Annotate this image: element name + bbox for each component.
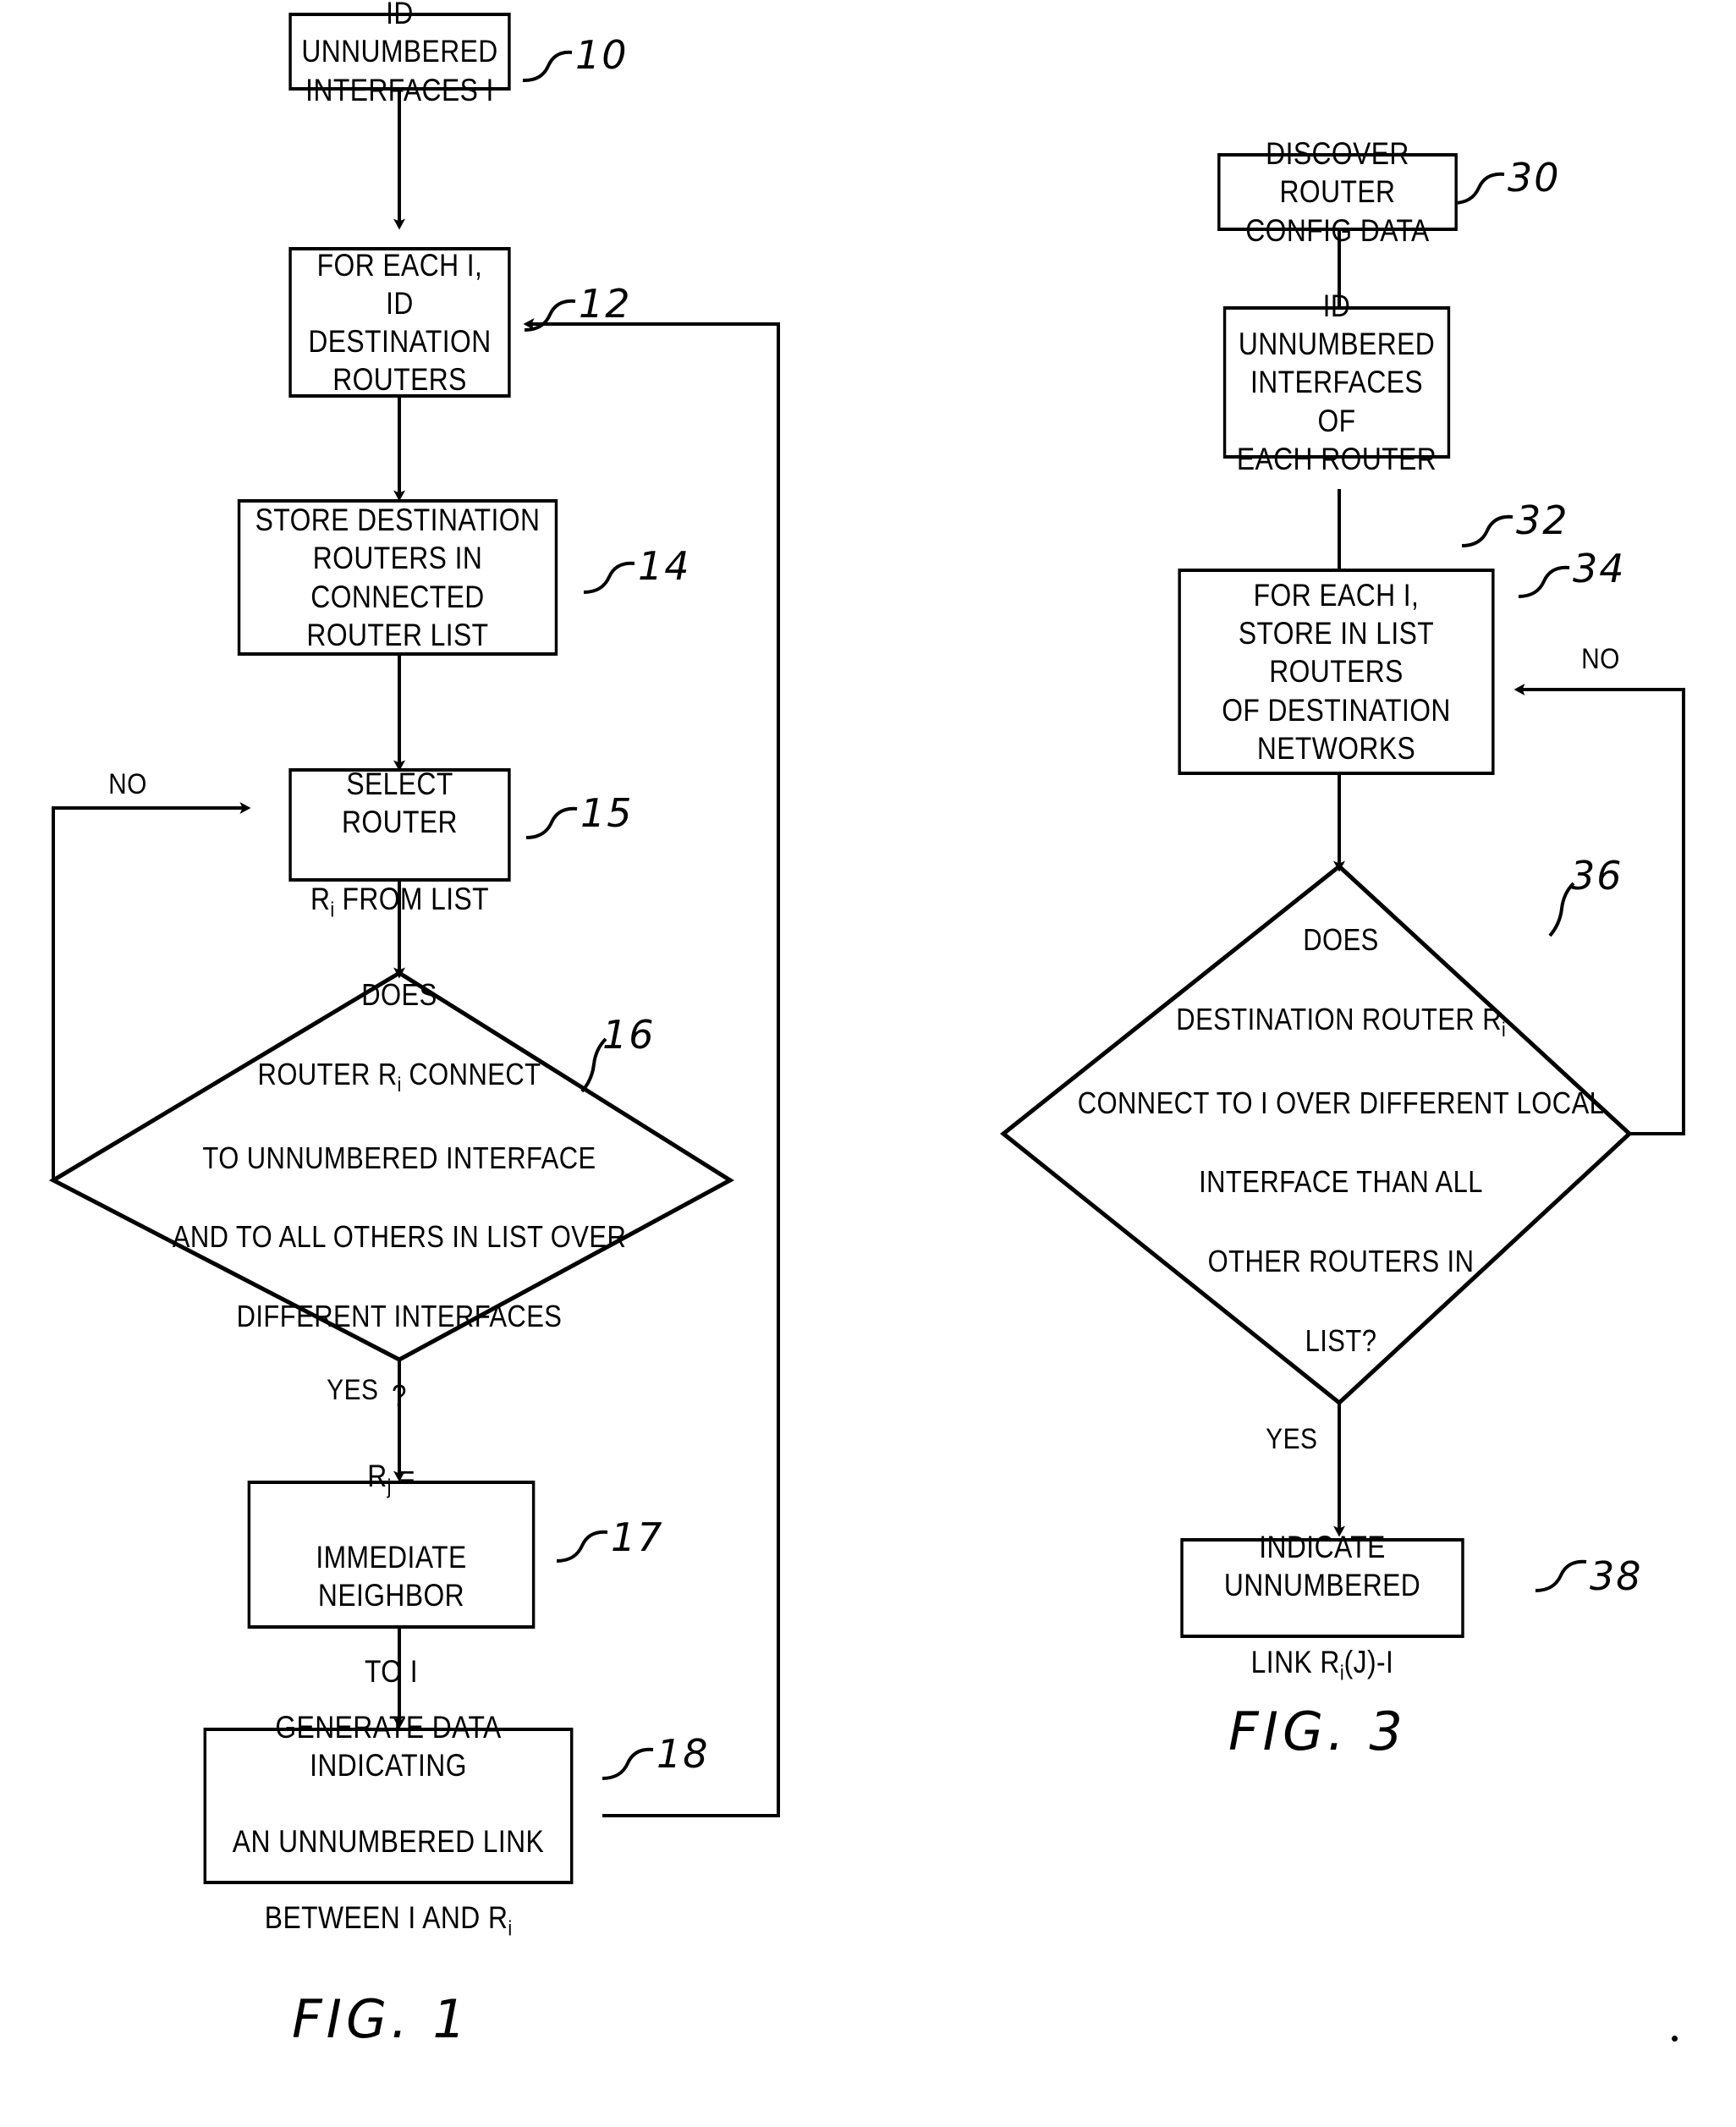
fig1-node-18: GENERATE DATA INDICATING AN UNNUMBERED L… — [203, 1710, 574, 1941]
fig1-node-12-label: FOR EACH I, ID DESTINATION ROUTERS — [308, 247, 492, 398]
fig1-node-10-label: ID UNNUMBERED INTERFACES I — [301, 0, 498, 107]
fig1-node-15-label: SELECT ROUTER Ri FROM LIST — [292, 727, 508, 923]
fig3-ref-38: 38 — [1590, 1553, 1643, 1599]
fig1-node-15-r: R — [310, 881, 331, 916]
fig1-node-12: FOR EACH I, ID DESTINATION ROUTERS — [288, 247, 511, 398]
fig3-d36-line2a: DESTINATION ROUTER R — [1176, 1002, 1503, 1036]
fig3-ref-34: 34 — [1573, 546, 1626, 591]
fig1-node-17-line2: IMMEDIATE NEIGHBOR — [316, 1539, 467, 1613]
fig3-node-38-line2c: (J)-I — [1343, 1644, 1394, 1679]
fig3-node-32: ID UNNUMBERED INTERFACES OF EACH ROUTER — [1222, 289, 1451, 476]
fig1-node-17: Rj = IMMEDIATE NEIGHBOR TO I — [247, 1459, 536, 1689]
fig3-d36-subscript: i — [1502, 1019, 1506, 1042]
fig1-node-14-label: STORE DESTINATION ROUTERS IN CONNECTED R… — [255, 503, 541, 652]
fig3-node-38-line1: INDICATE UNNUMBERED — [1223, 1530, 1421, 1603]
fig1-ref-17: 17 — [611, 1514, 664, 1560]
fig1-node-18-line1: GENERATE DATA INDICATING — [275, 1709, 502, 1783]
fig3-ref-32: 32 — [1516, 497, 1569, 543]
fig1-node-15-line2rest: FROM LIST — [334, 881, 490, 916]
fig1-node-17-eq: = — [391, 1458, 415, 1493]
fig1-ref-12: 12 — [579, 281, 632, 327]
fig3-decision-36-text: DOES DESTINATION ROUTER Ri CONNECT TO I … — [1042, 922, 1639, 1357]
fig3-node-34-label: FOR EACH I, STORE IN LIST ROUTERS OF DES… — [1222, 578, 1451, 766]
fig1-d16-line1: DOES — [361, 977, 437, 1013]
fig1-node-17-r: R — [367, 1458, 387, 1493]
fig3-node-30-label: DISCOVER ROUTER CONFIG DATA — [1245, 136, 1430, 248]
fig3-d36-line3: CONNECT TO I OVER DIFFERENT LOCAL — [1077, 1085, 1605, 1120]
fig3-d36-line5: OTHER ROUTERS IN — [1207, 1244, 1475, 1278]
fig3-ref-36: 36 — [1570, 853, 1623, 899]
fig3-node-38: INDICATE UNNUMBERED LINK Ri(J)-I — [1180, 1530, 1464, 1685]
fig1-d16-line2c: CONNECT — [401, 1057, 541, 1091]
fig1-node-14: STORE DESTINATION ROUTERS IN CONNECTED R… — [237, 499, 558, 656]
fig1-node-18-line2: AN UNNUMBERED LINK — [232, 1824, 545, 1860]
patent-figure-sheet: ID UNNUMBERED INTERFACES I 10 FOR EACH I… — [0, 0, 1736, 2127]
fig1-decision-16-text: DOES ROUTER Ri CONNECT TO UNNUMBERED INT… — [136, 977, 663, 1412]
fig1-no-branch-label: NO — [108, 768, 147, 800]
fig1-ref-16: 16 — [602, 1012, 656, 1058]
fig3-node-34: FOR EACH I, STORE IN LIST ROUTERS OF DES… — [1178, 569, 1495, 775]
fig3-node-38-label: INDICATE UNNUMBERED LINK Ri(J)-I — [1184, 1490, 1462, 1686]
fig1-ref-10: 10 — [575, 32, 629, 78]
fig1-ref-18: 18 — [656, 1731, 710, 1777]
fig1-caption: FIG. 1 — [292, 1988, 470, 2050]
fig3-node-30: DISCOVER ROUTER CONFIG DATA — [1217, 136, 1458, 248]
fig1-d16-line2a: ROUTER R — [257, 1057, 398, 1091]
fig1-node-10: ID UNNUMBERED INTERFACES I — [288, 0, 511, 107]
fig1-ref-14: 14 — [638, 543, 691, 589]
fig1-node-18-label: GENERATE DATA INDICATING AN UNNUMBERED L… — [206, 1670, 570, 1943]
fig3-d36-line6: LIST? — [1305, 1322, 1377, 1358]
fig3-d36-line1: DOES — [1303, 922, 1379, 958]
fig1-d16-line6: ? — [392, 1377, 407, 1413]
fig3-ref-30: 30 — [1508, 155, 1561, 201]
fig3-yes-branch-label: YES — [1266, 1423, 1318, 1455]
fig1-d16-line5: DIFFERENT INTERFACES — [236, 1299, 563, 1333]
fig3-caption: FIG. 3 — [1228, 1701, 1407, 1762]
page-artifact-dot — [1672, 2036, 1678, 2042]
fig3-node-32-label: ID UNNUMBERED INTERFACES OF EACH ROUTER — [1236, 289, 1437, 476]
fig1-d16-line3: TO UNNUMBERED INTERFACE — [202, 1140, 596, 1175]
fig1-node-15-line1: SELECT ROUTER — [342, 767, 458, 840]
fig1-d16-line4: AND TO ALL OTHERS IN LIST OVER — [172, 1219, 627, 1255]
fig1-node-18-subscript: i — [508, 1916, 513, 1941]
fig1-node-15: SELECT ROUTER Ri FROM LIST — [288, 767, 511, 921]
fig1-node-17-label: Rj = IMMEDIATE NEIGHBOR TO I — [250, 1419, 532, 1691]
fig3-no-branch-label: NO — [1581, 643, 1620, 675]
fig1-node-18-line3a: BETWEEN I AND R — [264, 1900, 508, 1936]
fig1-yes-branch-label: YES — [327, 1374, 379, 1406]
fig3-node-38-line2a: LINK R — [1250, 1644, 1340, 1679]
fig1-ref-15: 15 — [580, 790, 634, 836]
fig3-d36-line4: INTERFACE THAN ALL — [1199, 1164, 1483, 1200]
